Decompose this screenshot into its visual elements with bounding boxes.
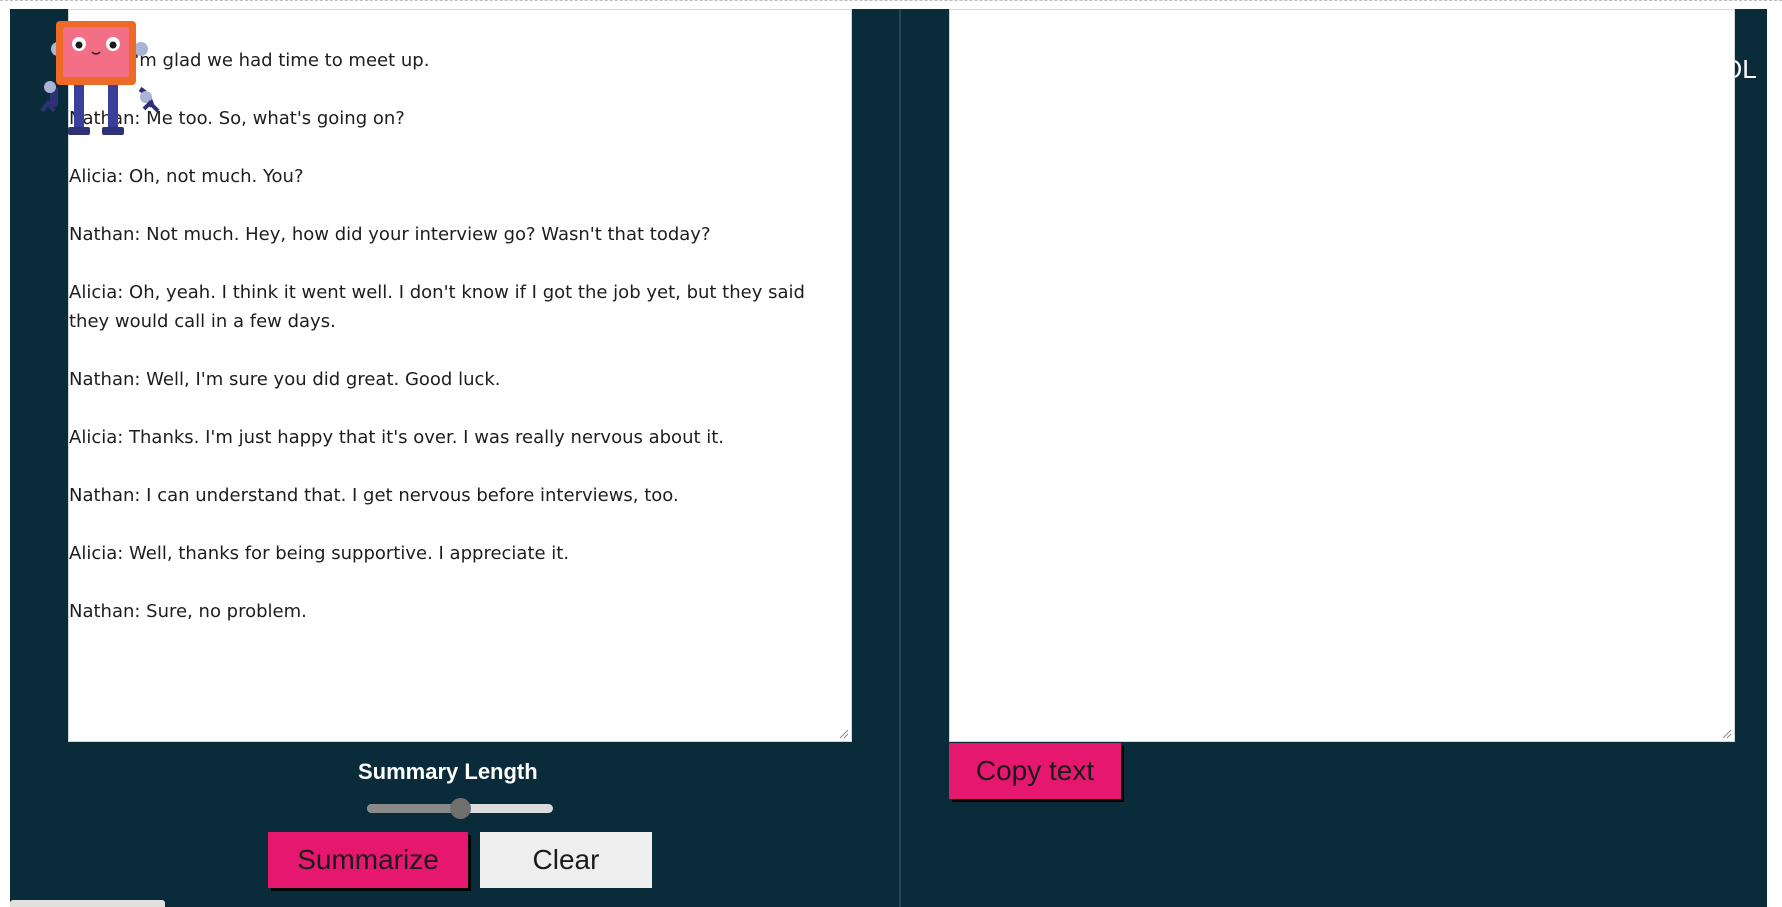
conversation-line: Alicia: Oh, yeah. I think it went well. … xyxy=(69,282,805,332)
summary-length-slider[interactable] xyxy=(367,798,553,819)
conversation-line: Alicia: Thanks. I'm just happy that it's… xyxy=(69,427,725,448)
conversation-input[interactable]: Alicia: I'm glad we had time to meet up.… xyxy=(68,9,852,742)
summary-length-label: Summary Length xyxy=(358,759,538,784)
page-top-border xyxy=(0,0,1782,2)
conversation-line: Alicia: Oh, not much. You? xyxy=(69,166,304,187)
conversation-line: Alicia: I'm glad we had time to meet up. xyxy=(69,50,430,71)
conversation-line: Nathan: Sure, no problem. xyxy=(69,601,307,622)
copy-text-button[interactable]: Copy text xyxy=(949,743,1121,799)
resize-handle-icon[interactable] xyxy=(837,727,849,739)
panel-divider xyxy=(899,9,901,907)
summary-output[interactable] xyxy=(949,9,1735,742)
summarize-button[interactable]: Summarize xyxy=(268,832,468,888)
resize-handle-icon[interactable] xyxy=(1720,727,1732,739)
conversation-line: Nathan: I can understand that. I get ner… xyxy=(69,485,679,506)
right-edge xyxy=(1767,9,1782,907)
conversation-line: Nathan: Not much. Hey, how did your inte… xyxy=(69,224,711,245)
slider-thumb[interactable] xyxy=(450,798,471,819)
bottom-scroll-tab xyxy=(10,900,165,907)
slider-fill xyxy=(367,804,460,813)
app-stage: OL Alicia: I'm glad we had time to meet … xyxy=(0,9,1782,907)
robot-mascot-icon xyxy=(40,21,160,135)
conversation-line: Alicia: Well, thanks for being supportiv… xyxy=(69,543,570,564)
conversation-line: Nathan: Well, I'm sure you did great. Go… xyxy=(69,369,501,390)
conversation-line: Nathan: Me too. So, what's going on? xyxy=(69,108,405,129)
clear-button[interactable]: Clear xyxy=(480,832,652,888)
